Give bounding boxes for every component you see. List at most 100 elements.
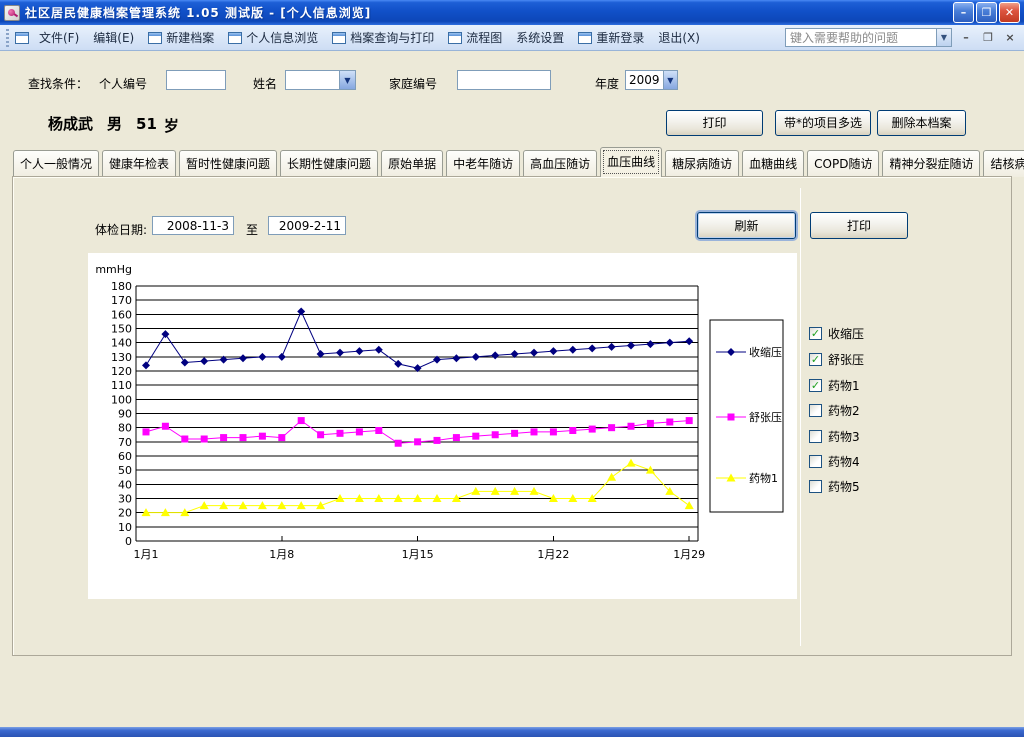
year-select[interactable]: 2009 ▼ [625,70,678,90]
svg-text:170: 170 [111,294,132,307]
tab-12[interactable]: 精神分裂症随访 [882,150,980,177]
restore-button[interactable]: ❐ [976,2,997,23]
multi-select-button[interactable]: 带*的项目多选 [775,110,871,136]
tab-8[interactable]: 血压曲线 [600,147,662,177]
checkbox-checked[interactable]: ✓ [809,327,822,340]
checkbox-unchecked[interactable] [809,430,822,443]
form-icon [578,32,592,44]
bp-chart: 0102030405060708090100110120130140150160… [88,253,797,599]
menu-item-label: 退出(X) [658,29,700,46]
family-id-input[interactable] [457,70,551,90]
mdi-restore-button[interactable]: ❐ [980,30,996,46]
svg-text:60: 60 [118,450,132,463]
svg-text:70: 70 [118,436,132,449]
chart-gridlines [136,286,698,541]
menu-item-3[interactable]: 新建档案 [148,29,214,46]
menu-item-label: 新建档案 [166,29,214,46]
menu-item-7[interactable]: 系统设置 [516,29,564,46]
delete-record-button[interactable]: 删除本档案 [877,110,966,136]
personal-id-input[interactable] [166,70,226,90]
tab-11[interactable]: COPD随访 [807,150,879,177]
menu-item-5[interactable]: 档案查询与打印 [332,29,434,46]
svg-text:1月15: 1月15 [402,548,434,561]
refresh-button[interactable]: 刷新 [697,212,796,239]
help-search-input[interactable] [785,28,937,47]
tab-10[interactable]: 血糖曲线 [742,150,804,177]
menu-item-label: 编辑(E) [93,29,134,46]
tab-2[interactable]: 健康年检表 [102,150,176,177]
record-tabs: 个人一般情况健康年检表暂时性健康问题长期性健康问题原始单据中老年随访高血压随访血… [13,146,1024,177]
checkbox-checked[interactable]: ✓ [809,379,822,392]
patient-gender: 男 [107,113,122,134]
form-icon [332,32,346,44]
series-checkbox-row: 药物2 [809,402,860,418]
svg-text:舒张压: 舒张压 [749,410,782,424]
svg-text:mmHg: mmHg [95,263,132,276]
checkbox-checked[interactable]: ✓ [809,353,822,366]
mdi-minimize-button[interactable]: – [958,30,974,46]
title-bar: 社区居民健康档案管理系统 1.05 测试版 - [个人信息浏览] – ❐ ✕ [0,0,1024,25]
svg-text:80: 80 [118,422,132,435]
app-window: 社区居民健康档案管理系统 1.05 测试版 - [个人信息浏览] – ❐ ✕ 文… [0,0,1024,737]
menu-item-1[interactable]: 文件(F) [39,29,79,46]
tab-7[interactable]: 高血压随访 [523,150,597,177]
checkbox-label: 收缩压 [828,325,864,342]
form-icon [228,32,242,44]
checkbox-label: 药物5 [828,478,860,495]
tab-3[interactable]: 暂时性健康问题 [179,150,277,177]
menu-item-9[interactable]: 退出(X) [658,29,700,46]
menu-item-6[interactable]: 流程图 [448,29,502,46]
svg-text:160: 160 [111,308,132,321]
svg-text:1月1: 1月1 [134,548,159,561]
tab-4[interactable]: 长期性健康问题 [280,150,378,177]
family-id-label: 家庭编号 [389,75,437,92]
svg-text:90: 90 [118,408,132,421]
systolic-series [142,308,693,373]
name-select[interactable]: ▼ [285,70,356,90]
mdi-close-button[interactable]: × [1002,30,1018,46]
svg-text:1月8: 1月8 [269,548,294,561]
tab-13[interactable]: 结核病随访 [983,150,1024,177]
print-record-button[interactable]: 打印 [666,110,763,136]
menu-bar: 文件(F) 编辑(E) 新建档案个人信息浏览档案查询与打印流程图系统设置重新登录退出… [0,25,1024,51]
svg-text:0: 0 [125,535,132,548]
year-select-arrow-icon[interactable]: ▼ [663,71,677,89]
date-to-label: 至 [246,221,258,238]
date-to-input[interactable] [268,216,346,235]
window-title: 社区居民健康档案管理系统 1.05 测试版 - [个人信息浏览] [25,4,371,21]
tab-1[interactable]: 个人一般情况 [13,150,99,177]
svg-text:50: 50 [118,464,132,477]
series-checkbox-row: 药物5 [809,478,860,494]
close-button[interactable]: ✕ [999,2,1020,23]
checkbox-unchecked[interactable] [809,404,822,417]
svg-text:150: 150 [111,323,132,336]
tab-5[interactable]: 原始单据 [381,150,443,177]
help-dropdown-arrow-icon[interactable]: ▼ [937,28,952,47]
svg-text:30: 30 [118,493,132,506]
minimize-button[interactable]: – [953,2,974,23]
year-label: 年度 [595,75,619,92]
date-from-input[interactable] [152,216,234,235]
panel-print-button[interactable]: 打印 [810,212,908,239]
name-label: 姓名 [253,75,277,92]
checkbox-label: 药物4 [828,453,860,470]
window-bottom-border [0,727,1024,737]
search-criteria-label: 查找条件： [28,75,88,92]
name-select-arrow-icon[interactable]: ▼ [339,71,355,89]
menu-item-4[interactable]: 个人信息浏览 [228,29,318,46]
toolbar-grip-handle[interactable] [6,29,9,47]
checkbox-unchecked[interactable] [809,480,822,493]
menu-item-2[interactable]: 编辑(E) [93,29,134,46]
chart-legend: 收缩压舒张压药物1 [710,320,783,512]
svg-text:1月22: 1月22 [537,548,569,561]
svg-text:100: 100 [111,393,132,406]
series-checkbox-row: ✓舒张压 [809,351,864,367]
drug1-series [142,459,694,517]
tab-6[interactable]: 中老年随访 [446,150,520,177]
tab-9[interactable]: 糖尿病随访 [665,150,739,177]
menu-item-8[interactable]: 重新登录 [578,29,644,46]
svg-text:180: 180 [111,280,132,293]
checkbox-label: 药物3 [828,428,860,445]
checkbox-unchecked[interactable] [809,455,822,468]
series-checkbox-row: ✓ 收缩压 [809,325,864,341]
